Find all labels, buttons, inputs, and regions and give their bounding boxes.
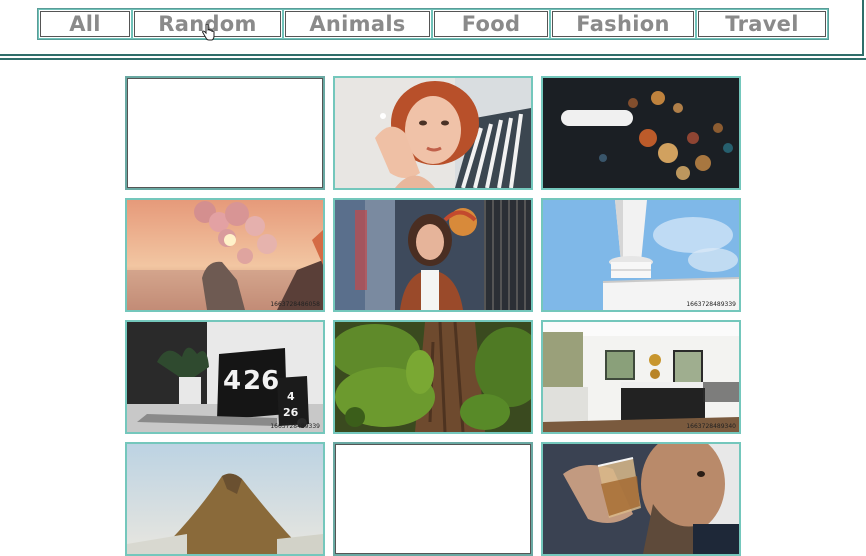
gallery-tile-city-bokeh[interactable] bbox=[541, 76, 741, 190]
white-tower-image bbox=[543, 200, 739, 310]
woman-portrait-image bbox=[335, 78, 531, 188]
phone-clock-minute: 26 bbox=[283, 406, 299, 419]
filter-tabs: All Random Animals Food Fashion Travel bbox=[37, 8, 829, 40]
gallery-tile-empty[interactable] bbox=[125, 76, 325, 190]
image-id-label: 1663728489339 bbox=[270, 423, 320, 430]
image-id-label: 1663728489339 bbox=[686, 301, 736, 308]
gallery-tile-kitchen[interactable]: 1663728489340 bbox=[541, 320, 741, 434]
gallery-tile-woman-graffiti[interactable] bbox=[333, 198, 533, 312]
gallery-tile-woman-portrait[interactable] bbox=[333, 76, 533, 190]
gallery-tile-balloons-sunset[interactable]: 1663728486058 bbox=[125, 198, 325, 312]
tab-fashion[interactable]: Fashion bbox=[550, 9, 696, 39]
image-id-label: 1663728486058 bbox=[270, 301, 320, 308]
tab-animals[interactable]: Animals bbox=[283, 9, 432, 39]
kitchen-image bbox=[543, 322, 739, 432]
scrollbar-edge[interactable] bbox=[862, 60, 866, 255]
tab-all[interactable]: All bbox=[38, 9, 132, 39]
clock-minute: 26 bbox=[243, 366, 280, 396]
balloons-sunset-image bbox=[127, 200, 323, 310]
gallery-tile-man-drinking[interactable] bbox=[541, 442, 741, 556]
mossy-tree-image bbox=[335, 322, 531, 432]
gallery-tile-empty[interactable] bbox=[333, 442, 533, 556]
image-id-label: 1663728489340 bbox=[686, 423, 736, 430]
gallery-tile-mountain[interactable] bbox=[125, 442, 325, 556]
image-gallery: 1663728486058 1663728489339 4 26 4 26 16… bbox=[125, 76, 741, 556]
filter-bar: All Random Animals Food Fashion Travel bbox=[0, 0, 864, 56]
gallery-tile-white-tower[interactable]: 1663728489339 bbox=[541, 198, 741, 312]
mountain-image bbox=[127, 444, 323, 554]
tab-food[interactable]: Food bbox=[432, 9, 550, 39]
man-drinking-image bbox=[543, 444, 739, 554]
woman-graffiti-image bbox=[335, 200, 531, 310]
phone-clock-hour: 4 bbox=[287, 390, 295, 403]
tab-travel[interactable]: Travel bbox=[696, 9, 828, 39]
hand-cursor-icon bbox=[201, 24, 215, 41]
gallery-tile-desk-clock[interactable]: 4 26 4 26 1663728489339 bbox=[125, 320, 325, 434]
clock-hour: 4 bbox=[223, 366, 242, 396]
gallery-tile-mossy-tree[interactable] bbox=[333, 320, 533, 434]
bar-divider bbox=[0, 58, 866, 60]
city-bokeh-image bbox=[543, 78, 739, 188]
